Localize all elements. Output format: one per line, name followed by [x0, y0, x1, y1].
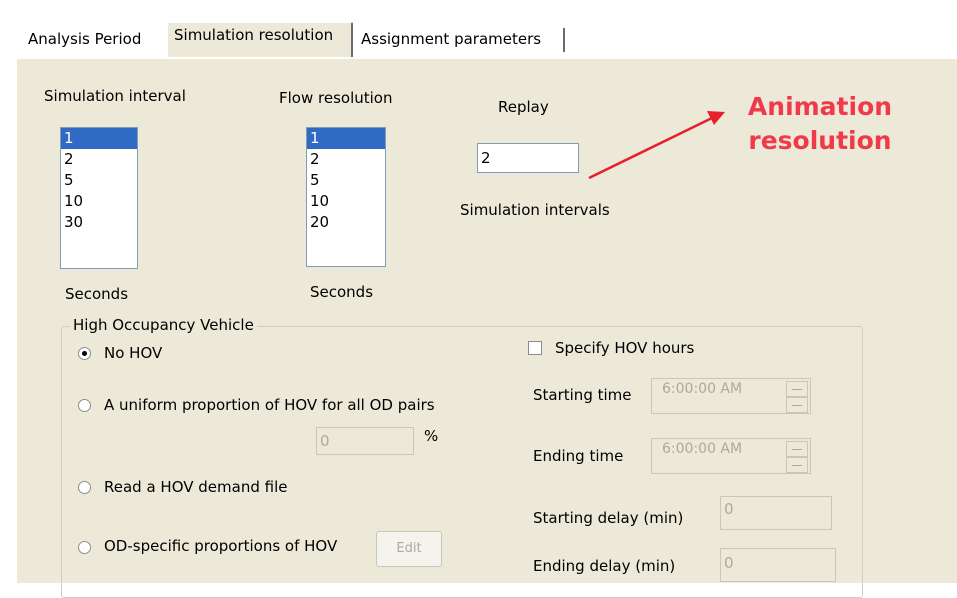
radio-no-hov[interactable] — [78, 347, 91, 360]
radio-hov-demand-file-label[interactable]: Read a HOV demand file — [104, 478, 287, 496]
replay-input[interactable]: 2 — [477, 143, 579, 173]
spin-down-button[interactable] — [786, 397, 808, 413]
percent-symbol: % — [424, 427, 439, 445]
spin-buttons[interactable] — [786, 381, 808, 413]
annotation-line-1: Animation — [747, 92, 893, 121]
ending-time-value: 6:00:00 AM — [662, 441, 743, 457]
tab-label: Analysis Period — [28, 30, 142, 48]
starting-delay-input[interactable]: 0 — [720, 496, 832, 530]
spin-down-button[interactable] — [786, 457, 808, 473]
hov-group-label: High Occupancy Vehicle — [70, 316, 257, 334]
edit-button[interactable]: Edit — [376, 531, 442, 567]
radio-hov-demand-file[interactable] — [78, 481, 91, 494]
starting-time-spinner[interactable]: 6:00:00 AM — [651, 378, 811, 414]
starting-time-value: 6:00:00 AM — [662, 381, 743, 397]
tab-analysis-period[interactable]: Analysis Period — [28, 30, 141, 48]
starting-time-label: Starting time — [533, 386, 632, 404]
radio-uniform-hov-label[interactable]: A uniform proportion of HOV for all OD p… — [104, 396, 435, 414]
flow-resolution-unit: Seconds — [310, 283, 374, 301]
list-item[interactable]: 5 — [307, 170, 385, 191]
tab-label: Assignment parameters — [361, 30, 542, 48]
annotation-line-2: resolution — [748, 126, 892, 155]
list-item[interactable]: 10 — [61, 191, 137, 212]
list-item[interactable]: 2 — [307, 149, 385, 170]
annotation-arrow-icon — [588, 111, 725, 180]
radio-od-specific-hov[interactable] — [78, 541, 91, 554]
starting-delay-label: Starting delay (min) — [533, 509, 684, 527]
tab-label: Simulation resolution — [174, 26, 334, 44]
annotation-text: Animation resolution — [730, 90, 910, 158]
flow-resolution-label: Flow resolution — [279, 89, 393, 107]
radio-dot — [82, 351, 87, 356]
replay-label: Replay — [498, 98, 549, 116]
tab-strip-line — [16, 56, 957, 57]
flow-resolution-list[interactable]: 1 2 5 10 20 — [306, 127, 386, 267]
spin-up-button[interactable] — [786, 441, 808, 457]
specify-hov-hours-checkbox[interactable] — [528, 341, 542, 355]
simulation-interval-list[interactable]: 1 2 5 10 30 — [60, 127, 138, 269]
specify-hov-hours-label[interactable]: Specify HOV hours — [555, 339, 694, 357]
radio-no-hov-label[interactable]: No HOV — [104, 344, 162, 362]
ending-delay-label: Ending delay (min) — [533, 557, 676, 575]
tab-separator — [563, 28, 565, 52]
list-item[interactable]: 2 — [61, 149, 137, 170]
replay-unit: Simulation intervals — [460, 201, 610, 219]
list-item[interactable]: 10 — [307, 191, 385, 212]
tab-assignment-parameters[interactable]: Assignment parameters — [361, 30, 541, 48]
radio-uniform-hov[interactable] — [78, 399, 91, 412]
list-item[interactable]: 5 — [61, 170, 137, 191]
list-item[interactable]: 1 — [307, 128, 385, 149]
ending-time-spinner[interactable]: 6:00:00 AM — [651, 438, 811, 474]
list-item[interactable]: 20 — [307, 212, 385, 233]
tab-simulation-resolution[interactable]: Simulation resolution — [167, 22, 353, 57]
spin-up-button[interactable] — [786, 381, 808, 397]
spin-buttons[interactable] — [786, 441, 808, 473]
list-item[interactable]: 1 — [61, 128, 137, 149]
simulation-interval-label: Simulation interval — [44, 87, 186, 105]
ending-delay-input[interactable]: 0 — [720, 548, 836, 582]
radio-od-specific-hov-label[interactable]: OD-specific proportions of HOV — [104, 537, 337, 555]
ending-time-label: Ending time — [533, 447, 624, 465]
list-item[interactable]: 30 — [61, 212, 137, 233]
uniform-proportion-input[interactable]: 0 — [316, 427, 414, 455]
simulation-interval-unit: Seconds — [65, 285, 129, 303]
